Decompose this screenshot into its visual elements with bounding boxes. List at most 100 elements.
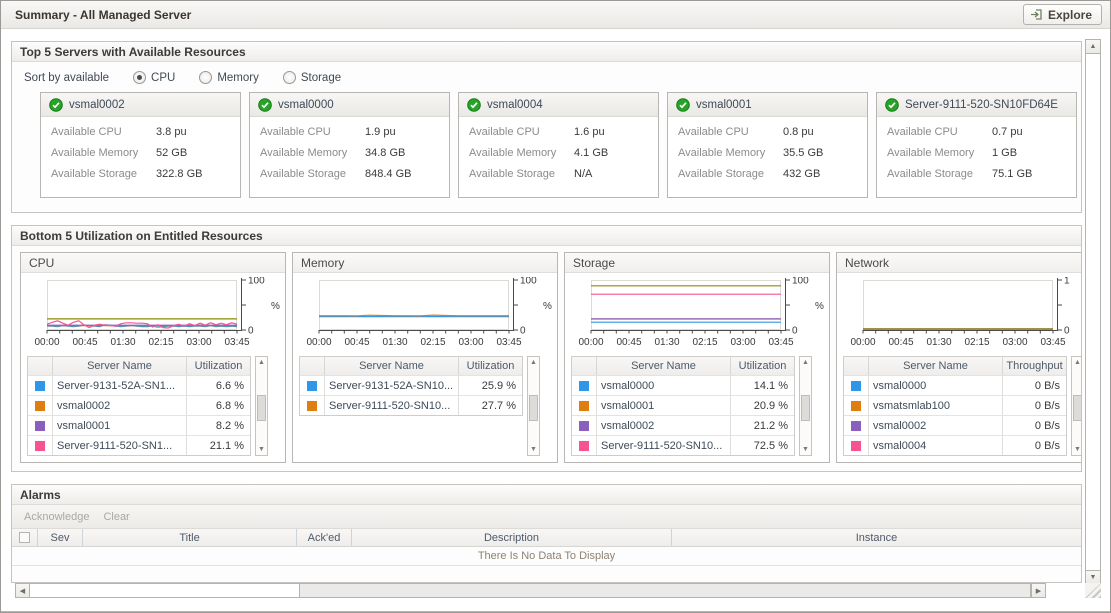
scrollbar-thumb[interactable]	[801, 395, 810, 421]
scroll-left-button[interactable]: ◀	[15, 583, 30, 598]
section-top5: Top 5 Servers with Available Resources S…	[11, 41, 1082, 213]
storage-table: Server NameUtilization vsmal000014.1 % v…	[571, 356, 795, 456]
server-card[interactable]: vsmal0001 Available CPU0.8 pu Available …	[667, 92, 868, 198]
series-swatch-icon	[851, 421, 861, 431]
server-card[interactable]: Server-9111-520-SN10FD64E Available CPU0…	[876, 92, 1077, 198]
scroll-right-icon: ▶	[1036, 587, 1041, 595]
table-row[interactable]: Server-9131-52A-SN10...25.9 %	[300, 375, 522, 395]
scroll-down-icon[interactable]: ▼	[802, 444, 809, 455]
select-all-cell[interactable]	[12, 529, 38, 546]
utilization-cell: 6.6 %	[186, 376, 250, 395]
radio-storage-label[interactable]: Storage	[301, 72, 341, 84]
server-name-header[interactable]: Server Name	[596, 357, 730, 375]
radio-memory-icon[interactable]	[199, 71, 212, 84]
table-scrollbar[interactable]: ▲▼	[527, 356, 540, 456]
table-row[interactable]: vsmal00026.8 %	[28, 395, 250, 415]
available-cpu-value: 0.7 pu	[992, 126, 1023, 138]
table-row[interactable]: vsmatsmlab1000 B/s	[844, 395, 1066, 415]
svg-text:0: 0	[520, 326, 526, 337]
available-cpu-value: 1.9 pu	[365, 126, 396, 138]
available-storage-label: Available Storage	[260, 168, 365, 180]
table-row[interactable]: vsmal000221.2 %	[572, 415, 794, 435]
scroll-down-icon[interactable]: ▼	[258, 444, 265, 455]
server-card[interactable]: vsmal0002 Available CPU3.8 pu Available …	[40, 92, 241, 198]
server-card[interactable]: vsmal0000 Available CPU1.9 pu Available …	[249, 92, 450, 198]
table-row[interactable]: Server-9111-520-SN10...27.7 %	[300, 395, 522, 415]
table-row[interactable]: vsmal000014.1 %	[572, 375, 794, 395]
table-row[interactable]: Server-9131-52A-SN1...6.6 %	[28, 375, 250, 395]
section-bottom5-title: Bottom 5 Utilization on Entitled Resourc…	[12, 226, 1081, 246]
select-all-checkbox[interactable]	[19, 532, 30, 543]
column-sev[interactable]: Sev	[38, 529, 83, 546]
utilization-header[interactable]: Utilization	[730, 357, 794, 375]
utilization-header[interactable]: Utilization	[186, 357, 250, 375]
table-row[interactable]: vsmal00040 B/s	[844, 435, 1066, 455]
alarms-toolbar: Acknowledge Clear	[12, 505, 1081, 529]
scroll-up-button[interactable]: ▲	[1085, 39, 1101, 54]
scroll-down-icon[interactable]: ▼	[1074, 444, 1081, 455]
table-row[interactable]: Server-9111-520-SN10...72.5 %	[572, 435, 794, 455]
server-name-header[interactable]: Server Name	[868, 357, 1002, 375]
sort-label: Sort by available	[24, 72, 109, 84]
panel-storage-title: Storage	[565, 253, 829, 273]
scroll-up-icon[interactable]: ▲	[530, 357, 537, 368]
table-row[interactable]: vsmal000120.9 %	[572, 395, 794, 415]
radio-memory-label[interactable]: Memory	[217, 72, 259, 84]
radio-memory[interactable]: Memory	[199, 71, 259, 84]
table-row[interactable]: vsmal00018.2 %	[28, 415, 250, 435]
radio-storage-icon[interactable]	[283, 71, 296, 84]
scrollbar-thumb[interactable]	[1073, 395, 1081, 421]
column-instance[interactable]: Instance	[672, 529, 1081, 546]
server-card-header: vsmal0002	[41, 93, 240, 117]
scroll-up-icon[interactable]: ▲	[1074, 357, 1081, 368]
server-name-cell: Server-9131-52A-SN10...	[324, 376, 458, 395]
explore-button[interactable]: Explore	[1023, 4, 1102, 25]
utilization-header[interactable]: Utilization	[458, 357, 522, 375]
horizontal-scroll-thumb[interactable]	[30, 584, 300, 597]
server-card[interactable]: vsmal0004 Available CPU1.6 pu Available …	[458, 92, 659, 198]
radio-cpu[interactable]: CPU	[133, 71, 175, 84]
clear-button[interactable]: Clear	[103, 511, 129, 523]
table-row[interactable]: Server-9111-520-SN1...21.1 %	[28, 435, 250, 455]
utilization-cell: 6.8 %	[186, 396, 250, 415]
table-row[interactable]: vsmal00020 B/s	[844, 415, 1066, 435]
vertical-scroll-track[interactable]	[1085, 54, 1101, 570]
column-acked[interactable]: Ack'ed	[297, 529, 352, 546]
column-title[interactable]: Title	[83, 529, 297, 546]
series-swatch-icon	[579, 421, 589, 431]
scroll-up-icon[interactable]: ▲	[802, 357, 809, 368]
table-scrollbar[interactable]: ▲▼	[255, 356, 268, 456]
scroll-down-icon[interactable]: ▼	[530, 444, 537, 455]
utilization-cell: 21.1 %	[186, 436, 250, 455]
table-scrollbar[interactable]: ▲▼	[1071, 356, 1081, 456]
page-horizontal-scrollbar[interactable]: ◀ ▶	[15, 583, 1046, 598]
available-cpu-value: 0.8 pu	[783, 126, 814, 138]
server-name-header[interactable]: Server Name	[324, 357, 458, 375]
scroll-right-button[interactable]: ▶	[1031, 583, 1046, 598]
svg-text:01:30: 01:30	[110, 337, 135, 348]
svg-text:%: %	[543, 301, 552, 312]
horizontal-scroll-track[interactable]	[30, 583, 1031, 598]
resize-grip[interactable]	[1085, 583, 1101, 598]
scroll-up-icon[interactable]: ▲	[258, 357, 265, 368]
svg-text:03:45: 03:45	[1040, 337, 1065, 348]
scroll-up-icon: ▲	[1090, 43, 1097, 50]
table-row[interactable]: vsmal00000 B/s	[844, 375, 1066, 395]
scrollbar-thumb[interactable]	[257, 395, 266, 421]
acknowledge-button[interactable]: Acknowledge	[24, 511, 89, 523]
throughput-header[interactable]: Throughput	[1002, 357, 1066, 375]
panel-memory: Memory 1000%00:0000:4501:3002:1503:0003:…	[292, 252, 558, 463]
svg-text:00:45: 00:45	[344, 337, 369, 348]
scrollbar-thumb[interactable]	[529, 395, 538, 421]
page-vertical-scrollbar[interactable]: ▲ ▼	[1085, 39, 1101, 585]
table-scrollbar[interactable]: ▲▼	[799, 356, 812, 456]
server-name-header[interactable]: Server Name	[52, 357, 186, 375]
column-description[interactable]: Description	[352, 529, 672, 546]
server-name-cell: vsmal0002	[596, 416, 730, 435]
series-swatch-icon	[307, 401, 317, 411]
panel-storage: Storage 1000%00:0000:4501:3002:1503:0003…	[564, 252, 830, 463]
radio-cpu-label[interactable]: CPU	[151, 72, 175, 84]
series-swatch-icon	[35, 441, 45, 451]
radio-storage[interactable]: Storage	[283, 71, 341, 84]
radio-cpu-icon[interactable]	[133, 71, 146, 84]
